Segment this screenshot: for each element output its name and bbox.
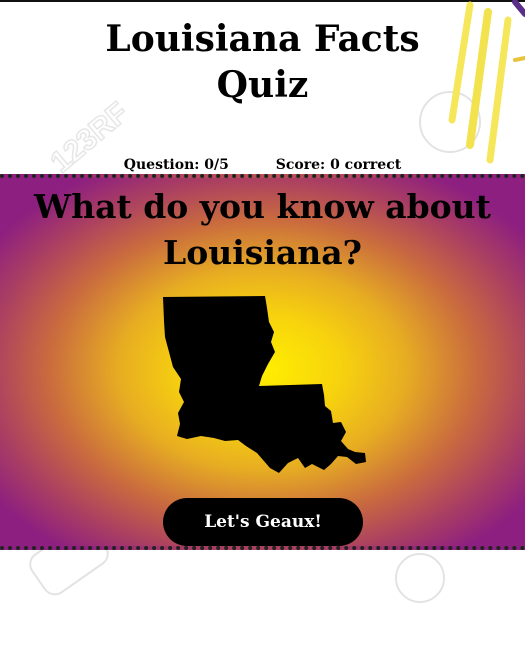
top-border (0, 0, 525, 2)
question-line-2: Louisiana? (163, 233, 362, 272)
title-line-2: Quiz (216, 64, 309, 106)
intro-question: What do you know about Louisiana? (0, 184, 525, 276)
lets-geaux-button[interactable]: Let's Geaux! (163, 498, 363, 546)
question-line-1: What do you know about (34, 187, 491, 226)
quiz-stats: Question: 0/5 Score: 0 correct (0, 156, 525, 174)
louisiana-map-icon (163, 296, 366, 473)
page-title: Louisiana Facts Quiz (0, 16, 525, 108)
score-counter: Score: 0 correct (275, 157, 402, 173)
title-line-1: Louisiana Facts (105, 18, 420, 60)
question-counter: Question: 0/5 (123, 157, 229, 173)
quiz-intro-panel: What do you know about Louisiana? Let's … (0, 174, 525, 550)
